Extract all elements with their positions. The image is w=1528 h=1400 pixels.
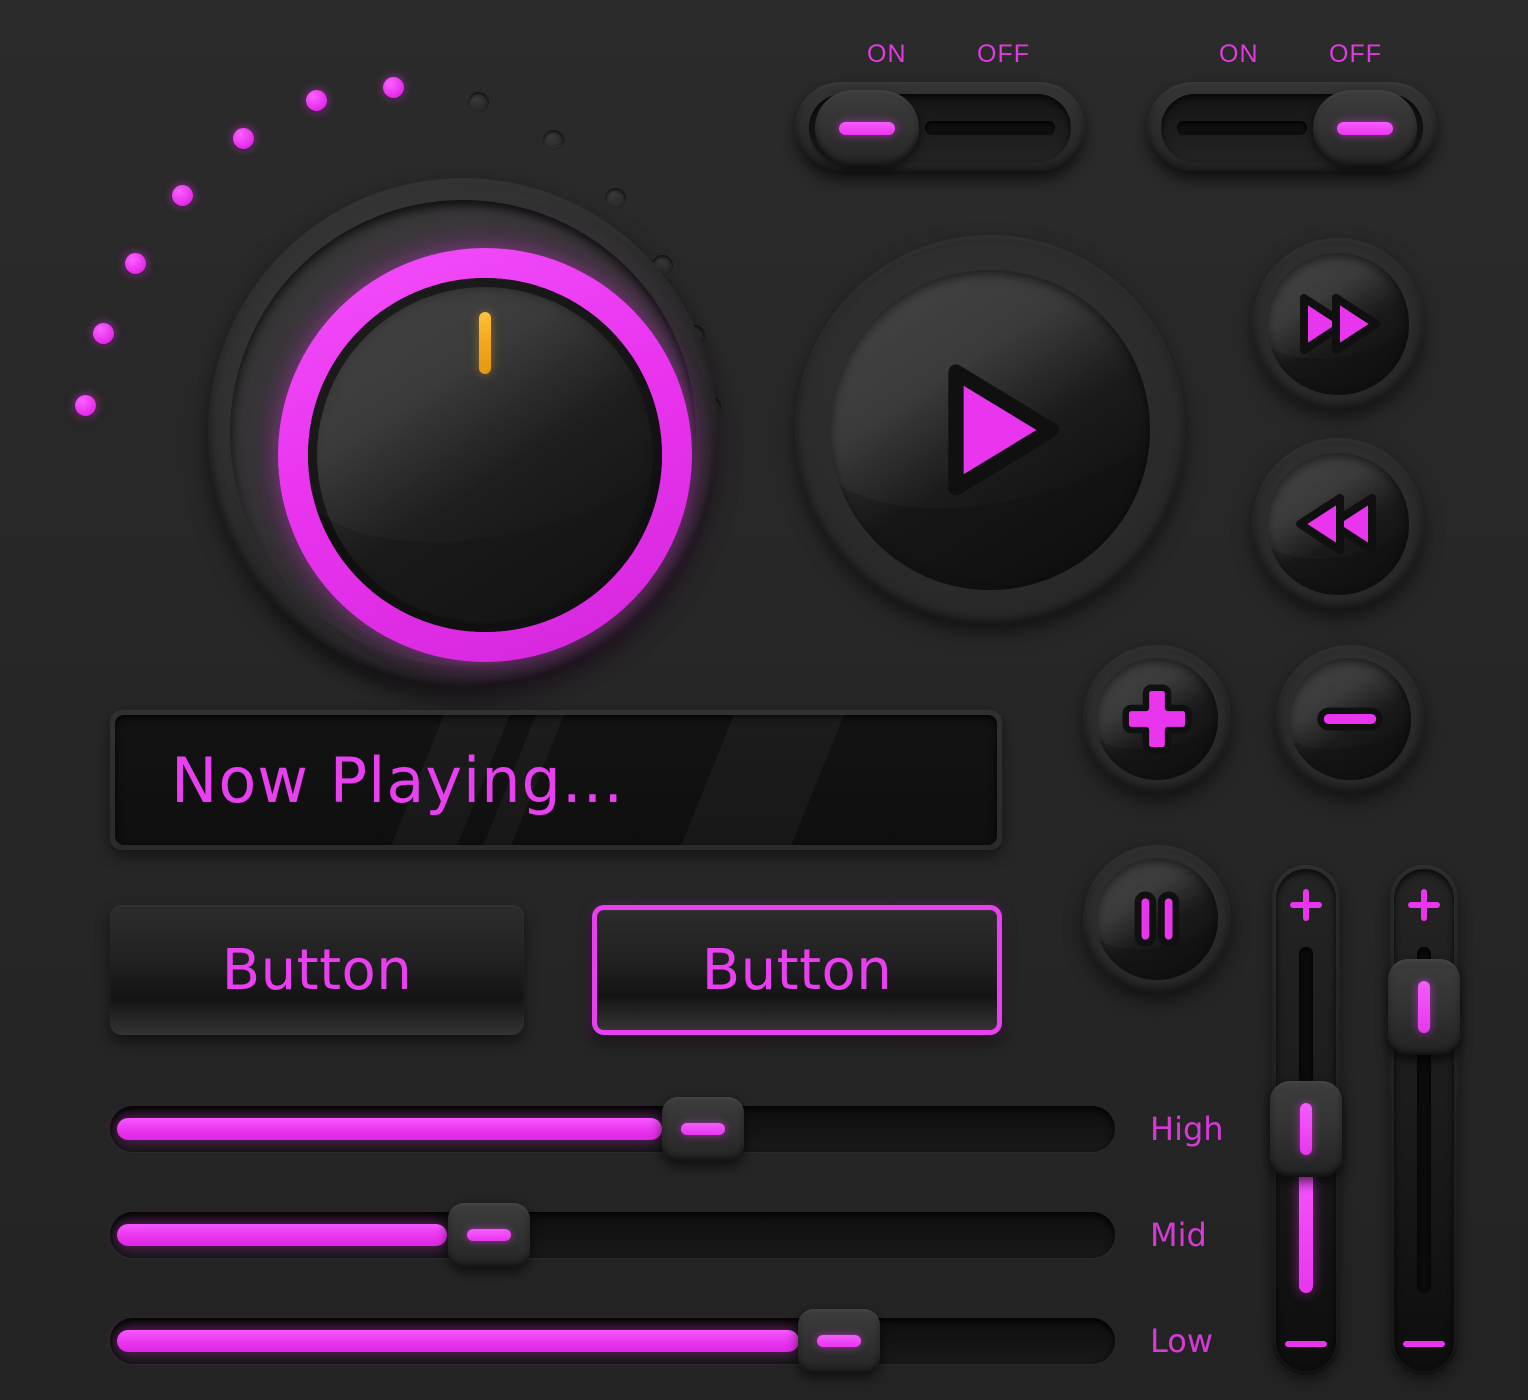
eq-slider-mid-fill	[117, 1224, 447, 1246]
fast-forward-icon	[1300, 294, 1380, 354]
knob-led-on-1	[383, 77, 404, 98]
play-icon	[948, 364, 1059, 496]
rewind-button-face	[1267, 453, 1409, 595]
knob-pointer-indicator	[479, 312, 491, 374]
eq-slider-low-label: Low	[1150, 1322, 1214, 1360]
fader-left-thumb[interactable]	[1270, 1081, 1342, 1177]
plus-button[interactable]	[1083, 645, 1231, 793]
knob-led-on-4	[172, 185, 193, 206]
toggle-2-thumb[interactable]	[1313, 90, 1417, 166]
toggle-2-off-label: OFF	[1329, 40, 1382, 68]
toggle-1-body[interactable]	[795, 82, 1085, 174]
toggle-2-track	[1177, 121, 1307, 135]
toggle-1-track	[925, 121, 1055, 135]
toggle-2-labels: ON OFF	[1147, 40, 1437, 74]
eq-slider-mid-track[interactable]	[110, 1212, 1115, 1258]
knob-outer-ring[interactable]	[208, 178, 718, 688]
minus-button-face	[1289, 658, 1411, 780]
knob-led-off-1	[468, 92, 489, 113]
knob-inner-bezel	[230, 200, 701, 671]
toggle-switch-2[interactable]: ON OFF	[1147, 40, 1437, 174]
fader-right-minus-icon[interactable]	[1403, 1339, 1445, 1349]
button-filled-label: Button	[221, 937, 413, 1003]
fader-right-thumb[interactable]	[1388, 959, 1460, 1055]
fast-forward-button[interactable]	[1252, 238, 1424, 410]
eq-slider-low-track[interactable]	[110, 1318, 1115, 1364]
knob-neon-ring	[269, 239, 701, 671]
plus-icon	[1122, 684, 1192, 754]
eq-slider-mid-thumb[interactable]	[448, 1203, 530, 1267]
eq-slider-low[interactable]: Low	[110, 1309, 1230, 1378]
eq-slider-high-thumb[interactable]	[662, 1097, 744, 1161]
button-filled[interactable]: Button	[110, 905, 524, 1035]
fader-left-plus-icon[interactable]	[1288, 887, 1324, 923]
eq-slider-low-thumb[interactable]	[798, 1309, 880, 1373]
toggle-1-thumb-bar	[839, 122, 895, 135]
display-screen: Now Playing...	[115, 715, 997, 845]
toggle-1-on-label: ON	[867, 40, 907, 68]
fader-right-plus-icon[interactable]	[1406, 887, 1442, 923]
now-playing-text: Now Playing...	[171, 743, 625, 817]
button-outlined-label: Button	[701, 937, 893, 1003]
eq-slider-low-thumb-bar	[817, 1335, 861, 1347]
pause-button-face	[1096, 858, 1218, 980]
button-outlined[interactable]: Button	[592, 905, 1002, 1035]
eq-slider-low-fill	[117, 1330, 799, 1352]
knob-led-off-2	[543, 130, 564, 151]
fast-forward-button-face	[1267, 253, 1409, 395]
knob-led-off-3	[605, 188, 626, 209]
knob-face[interactable]	[308, 278, 662, 632]
toggle-1-thumb[interactable]	[815, 90, 919, 166]
eq-slider-high[interactable]: High	[110, 1097, 1230, 1166]
knob-led-on-7	[75, 395, 96, 416]
minus-icon	[1317, 707, 1383, 731]
fader-right-thumb-bar	[1418, 981, 1430, 1033]
eq-slider-high-thumb-bar	[681, 1123, 725, 1135]
volume-knob-assembly	[60, 55, 760, 715]
plus-button-face	[1096, 658, 1218, 780]
eq-slider-mid[interactable]: Mid	[110, 1203, 1230, 1272]
toggle-1-off-label: OFF	[977, 40, 1030, 68]
ui-kit-canvas: ON OFF ON OFF Now Playing... Button Butt…	[0, 0, 1528, 1400]
eq-slider-mid-label: Mid	[1150, 1216, 1207, 1254]
toggle-2-body[interactable]	[1147, 82, 1437, 174]
knob-led-on-5	[125, 253, 146, 274]
pause-button[interactable]	[1083, 845, 1231, 993]
fader-left-thumb-bar	[1300, 1103, 1312, 1155]
toggle-switch-1[interactable]: ON OFF	[795, 40, 1085, 174]
eq-slider-high-label: High	[1150, 1110, 1224, 1148]
now-playing-display: Now Playing...	[110, 710, 1002, 850]
display-stripe-3	[660, 715, 860, 845]
rewind-button[interactable]	[1252, 438, 1424, 610]
pause-icon	[1134, 891, 1180, 947]
minus-button[interactable]	[1276, 645, 1424, 793]
play-button-face	[830, 270, 1150, 590]
eq-slider-high-fill	[117, 1118, 662, 1140]
eq-slider-mid-thumb-bar	[467, 1229, 511, 1241]
fader-left-minus-icon[interactable]	[1285, 1339, 1327, 1349]
toggle-1-labels: ON OFF	[795, 40, 1085, 74]
play-button[interactable]	[795, 235, 1185, 625]
knob-led-on-2	[306, 90, 327, 111]
fader-left[interactable]	[1270, 865, 1342, 1375]
knob-led-on-3	[233, 128, 254, 149]
toggle-2-on-label: ON	[1219, 40, 1259, 68]
knob-led-on-6	[93, 323, 114, 344]
fader-right[interactable]	[1388, 865, 1460, 1375]
eq-slider-high-track[interactable]	[110, 1106, 1115, 1152]
toggle-2-thumb-bar	[1337, 122, 1393, 135]
rewind-icon	[1296, 494, 1376, 554]
